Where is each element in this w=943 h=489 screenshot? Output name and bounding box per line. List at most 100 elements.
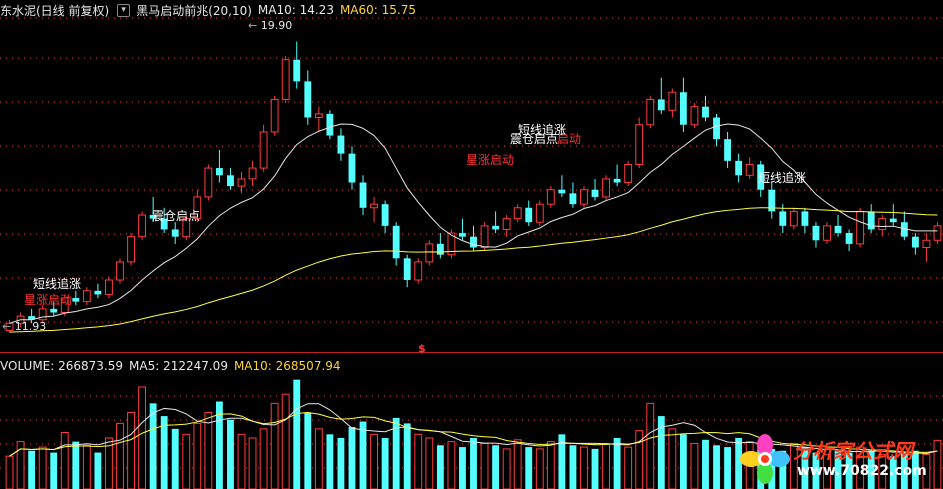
candle-body-down [403,258,411,280]
stock-chart-window: 东水泥(日线 前复权) ▾ 黑马启动前兆(20,10) MA10: 14.23 … [0,0,943,489]
candle-body-up [204,167,213,198]
candle-body-up [745,163,754,176]
candle-body-down [834,225,842,234]
candle-body-up [580,189,588,205]
candle-body-down [492,225,500,230]
candle-body-down [889,218,897,223]
volume-bar-up [513,439,522,489]
volume-bar-down [470,437,477,489]
volume-bar-up [237,433,246,489]
candle-body-down [215,168,223,176]
volume-bar-up [82,444,91,489]
candle-body-down [381,204,389,226]
volume-bar-down [348,427,356,489]
candle-body-down [702,106,709,118]
candle-body-down [337,135,345,154]
signal-annotation-4: 星涨启动 [466,152,514,167]
volume-bar-up [414,433,423,489]
volume-bar-down [492,445,500,489]
candle-body-down [679,92,687,125]
candle-body-up [480,225,489,248]
candle-body-up [259,131,268,169]
volume-bar-up [624,446,633,489]
watermark-logo: 分析家公式网 www.70822.com [735,429,943,489]
candle-body-up [502,218,511,230]
candle-body-up [138,214,147,238]
volume-bar-down [381,437,389,489]
signal-annotation-5: 短线追涨 [758,170,806,185]
candle-body-up [127,236,135,263]
volume-bar-down [436,445,444,489]
candle-body-up [823,225,831,241]
volume-bar-up [602,442,610,489]
candle-body-up [933,225,942,241]
flower-logo-icon [740,434,790,484]
candle-body-down [812,225,820,241]
candle-body-down [72,298,80,302]
volume-bar-up [668,428,677,489]
price-candles [5,41,942,333]
volume-bar-down [160,416,168,489]
price-grid [0,17,943,323]
candle-body-up [602,178,610,198]
volume-bar-up [535,448,544,489]
candle-body-up [635,124,644,165]
volume-bar-down [613,437,621,489]
volume-ma5-value: MA5: 212247.09 [129,359,228,373]
volume-bar-up [5,455,14,489]
chart-canvas[interactable]: 短线追涨星涨启动震仓启点星涨启动短线追涨震仓启点启动短线追涨 [0,0,943,489]
volume-bar-down [171,428,179,489]
volume-bar-up [447,441,456,489]
candle-body-down [558,189,566,194]
candle-body-down [911,236,919,248]
watermark-url: www.70822.com [797,463,927,479]
candle-body-up [82,290,91,303]
volume-bar-up [370,433,379,489]
volume-bar-up [138,386,147,489]
volume-bar-up [204,411,213,489]
volume-bar-down [50,452,58,489]
volume-bar-down [713,445,720,489]
volume-bar-down [304,412,312,489]
volume-bar-down [227,419,234,489]
candle-body-up [370,203,379,209]
candle-body-up [668,91,677,111]
volume-bar-down [28,450,36,489]
candle-body-down [293,59,301,82]
volume-bar-down [702,439,709,489]
volume-panel-header: VOLUME: 266873.59 MA5: 212247.09 MA10: 2… [0,357,347,375]
candle-body-down [326,113,334,136]
candle-body-down [50,308,58,313]
volume-bar-up [546,441,555,489]
volume-bar-up [580,446,588,489]
candle-body-up [624,163,633,183]
candle-body-up [690,106,699,126]
candle-body-up [105,279,113,295]
candle-body-down [713,117,720,140]
candle-body-down [724,139,732,161]
candle-body-up [789,210,798,227]
dollar-marker: $ [418,342,426,355]
candle-body-up [414,261,423,281]
candle-body-down [525,207,533,223]
candle-body-down [657,99,665,111]
candle-body-down [171,229,179,237]
high-price-label: 19.90 [260,19,293,32]
candle-body-down [867,211,875,230]
signal-annotation-1: 短线追涨 [33,276,81,291]
volume-bar-down [679,434,687,489]
volume-bar-up [502,448,511,489]
volume-bar-up [281,393,290,489]
candle-body-up [425,243,434,263]
volume-bar-up [425,437,434,489]
candle-body-down [779,211,787,226]
candle-body-down [845,233,853,244]
candle-body-down [801,211,809,226]
volume-bar-up [116,422,124,489]
candle-body-down [392,225,400,259]
panel-separator[interactable] [0,352,943,353]
volume-bar-down [293,379,301,489]
volume-bar-up [127,411,135,489]
candle-body-up [878,218,887,230]
volume-bar-up [38,446,47,489]
